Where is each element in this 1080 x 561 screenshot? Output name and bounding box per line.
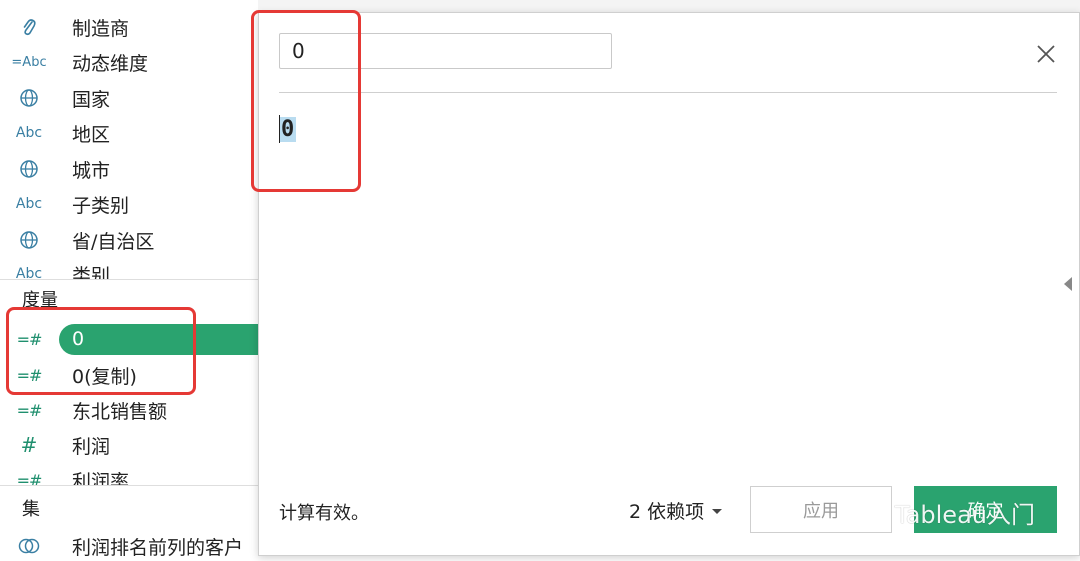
header-divider — [279, 92, 1057, 93]
field-label: 类别 — [72, 264, 111, 280]
field-label: 城市 — [72, 159, 111, 182]
calculated-number-icon: =# — [16, 400, 43, 420]
set-icon — [0, 531, 58, 561]
field-label: 利润率 — [72, 470, 130, 486]
field-label: 制造商 — [72, 17, 130, 40]
paperclip-icon — [0, 12, 58, 42]
collapse-panel-arrow-icon[interactable] — [1062, 276, 1074, 292]
string-icon: Abc — [15, 196, 43, 212]
field-label: 子类别 — [72, 194, 130, 217]
watermark: Tableau入门 — [847, 495, 1035, 530]
globe-icon — [0, 83, 58, 113]
annotation-highlight-dialog — [251, 10, 361, 192]
wechat-icon — [848, 498, 885, 526]
field-country[interactable]: 国家 — [0, 83, 110, 113]
field-category[interactable]: Abc 类别 — [0, 262, 111, 280]
data-pane: 制造商 =Abc 动态维度 国家 Abc 地区 城市 Abc 子类别 省/自治区… — [0, 0, 259, 561]
set-top-customers[interactable]: 利润排名前列的客户 — [0, 531, 243, 561]
field-label: 利润 — [72, 435, 111, 458]
annotation-highlight-fields — [6, 307, 196, 395]
field-subcategory[interactable]: Abc 子类别 — [0, 189, 129, 219]
dependencies-dropdown[interactable]: 2 依赖项 — [629, 497, 724, 524]
string-icon: Abc — [15, 125, 43, 141]
sets-title: 集 — [22, 499, 40, 520]
field-profit[interactable]: # 利润 — [0, 430, 110, 460]
formula-editor[interactable]: 0 — [279, 109, 1057, 469]
close-button[interactable] — [1031, 39, 1061, 69]
watermark-text: Tableau入门 — [895, 501, 1035, 529]
field-profit-ratio[interactable]: =# 利润率 — [0, 468, 130, 486]
set-label: 利润排名前列的客户 — [72, 536, 244, 559]
field-label: 国家 — [72, 88, 111, 111]
field-label: 东北销售额 — [72, 400, 168, 423]
globe-icon — [0, 225, 58, 255]
field-region[interactable]: Abc 地区 — [0, 118, 110, 148]
field-northeast-sales[interactable]: =# 东北销售额 — [0, 395, 167, 425]
close-icon — [1037, 45, 1055, 63]
field-city[interactable]: 城市 — [0, 154, 110, 184]
section-divider — [0, 485, 258, 486]
globe-icon — [0, 154, 58, 184]
field-label: 动态维度 — [72, 52, 149, 75]
caret-down-icon — [712, 508, 723, 514]
dimension-list-clip: Abc 类别 — [0, 262, 258, 280]
section-divider — [0, 279, 258, 280]
measure-list-clip: =# 利润率 — [0, 468, 258, 486]
calculated-string-icon: =Abc — [11, 54, 47, 70]
number-icon: # — [20, 433, 38, 457]
dependencies-label: 2 依赖项 — [629, 501, 705, 523]
field-manufacturer[interactable]: 制造商 — [0, 12, 129, 42]
string-icon: Abc — [15, 266, 43, 279]
validation-status: 计算有效。 — [279, 503, 369, 524]
field-label: 地区 — [72, 123, 111, 146]
calculation-editor-dialog: 0 计算有效。 2 依赖项 应用 确定 — [258, 12, 1080, 556]
field-dynamic-dimension[interactable]: =Abc 动态维度 — [0, 47, 148, 77]
calculated-number-icon: =# — [16, 470, 43, 486]
field-province[interactable]: 省/自治区 — [0, 225, 154, 255]
field-label: 省/自治区 — [72, 230, 155, 253]
